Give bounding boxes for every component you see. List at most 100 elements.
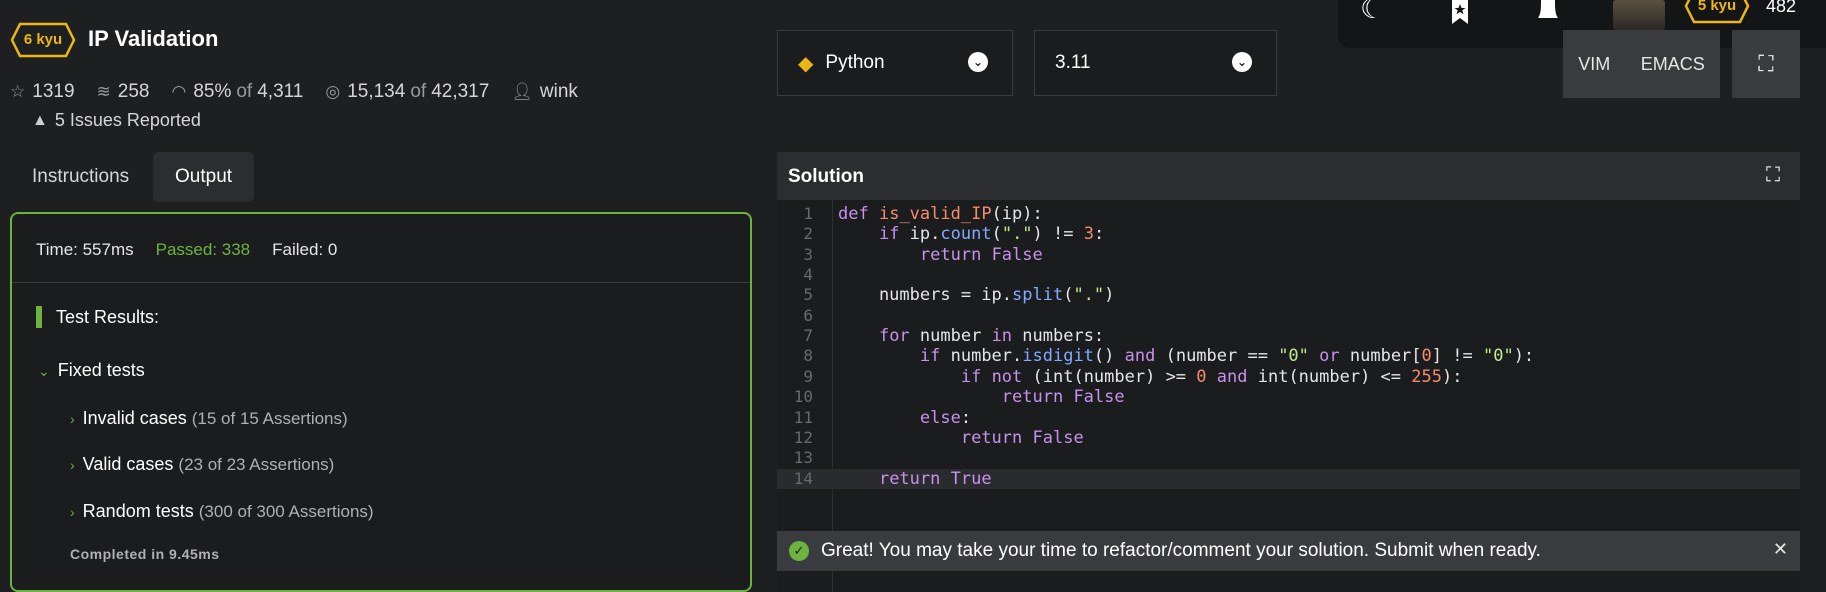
version-value: 3.11 bbox=[1055, 52, 1091, 73]
satisfaction-votes: 4,311 bbox=[257, 81, 304, 102]
tab-output[interactable]: Output bbox=[153, 152, 255, 202]
bell-icon[interactable] bbox=[1533, 0, 1563, 24]
code-line[interactable]: 10 return False bbox=[777, 387, 1800, 407]
test-case-name: Invalid cases bbox=[82, 408, 187, 428]
divider bbox=[12, 282, 750, 283]
completions-stat: ◎ 15,134 of 42,317 bbox=[325, 81, 489, 103]
code-text: for number in numbers: bbox=[878, 326, 1105, 347]
line-number: 2 bbox=[803, 224, 813, 244]
chevron-right-icon: › bbox=[70, 411, 75, 427]
success-toast: ✓ Great! You may take your time to refac… bbox=[777, 531, 1800, 571]
completions-of-label: of bbox=[410, 81, 427, 102]
chevron-down-icon: ⌄ bbox=[1232, 52, 1252, 72]
version-select[interactable]: 3.11 ⌄ bbox=[1034, 30, 1277, 96]
fullscreen-button[interactable]: ⛶ bbox=[1732, 30, 1800, 98]
test-group-label: Fixed tests bbox=[57, 360, 145, 380]
user-icon: 👤︎ bbox=[511, 82, 533, 101]
issues-link[interactable]: ▲ 5 Issues Reported bbox=[32, 110, 201, 131]
code-text: return True bbox=[878, 468, 992, 489]
honor-count: 482 bbox=[1766, 0, 1797, 16]
passed-count: Passed: 338 bbox=[155, 240, 251, 259]
test-case-invalid[interactable]: › Invalid cases (15 of 15 Assertions) bbox=[70, 408, 348, 429]
code-line[interactable]: 14 return True bbox=[777, 468, 1800, 489]
test-case-count: (300 of 300 Assertions) bbox=[198, 502, 374, 521]
test-case-count: (15 of 15 Assertions) bbox=[191, 409, 348, 428]
chevron-right-icon: › bbox=[70, 504, 75, 520]
test-case-valid[interactable]: › Valid cases (23 of 23 Assertions) bbox=[70, 454, 334, 475]
star-icon: ☆ bbox=[10, 82, 26, 101]
line-number: 10 bbox=[793, 387, 813, 407]
line-number: 8 bbox=[803, 346, 813, 366]
kata-rank-label: 6 kyu bbox=[23, 31, 63, 48]
code-line[interactable]: 12 return False bbox=[777, 428, 1800, 448]
code-line[interactable]: 3 return False bbox=[777, 245, 1800, 265]
code-text: if ip.count(".") != 3: bbox=[878, 224, 1105, 245]
line-number: 7 bbox=[803, 326, 813, 346]
target-icon: ◎ bbox=[325, 82, 341, 101]
code-line[interactable]: 2 if ip.count(".") != 3: bbox=[777, 224, 1800, 244]
output-panel: Time: 557ms Passed: 338 Failed: 0 Test R… bbox=[10, 212, 752, 592]
author-stat[interactable]: 👤︎ wink bbox=[511, 81, 578, 103]
line-number: 9 bbox=[803, 366, 813, 386]
tab-instructions[interactable]: Instructions bbox=[10, 152, 151, 202]
code-text: if not (int(number) >= 0 and int(number)… bbox=[960, 366, 1463, 387]
code-line[interactable]: 6 bbox=[777, 306, 1800, 326]
collections-stat[interactable]: ≋ 258 bbox=[97, 81, 150, 103]
satisfaction-icon: ◠ bbox=[171, 82, 187, 101]
warning-icon: ▲ bbox=[32, 111, 48, 129]
author-name: wink bbox=[539, 81, 578, 102]
test-group-fixed[interactable]: ⌄ Fixed tests bbox=[38, 360, 145, 381]
kata-title[interactable]: IP Validation bbox=[88, 26, 218, 52]
completed-time: Completed in 9.45ms bbox=[70, 546, 220, 562]
code-text: def is_valid_IP(ip): bbox=[838, 204, 1043, 224]
moon-icon[interactable]: ☾ bbox=[1360, 0, 1385, 23]
kata-stats: ☆ 1319 ≋ 258 ◠ 85% of 4,311 ◎ 15,134 of … bbox=[10, 81, 600, 103]
stars-count: 1319 bbox=[32, 81, 75, 102]
code-line[interactable]: 1 def is_valid_IP(ip): bbox=[777, 204, 1800, 224]
code-line[interactable]: 9 if not (int(number) >= 0 and int(numbe… bbox=[777, 367, 1800, 387]
test-case-name: Valid cases bbox=[82, 454, 174, 474]
code-text: numbers = ip.split(".") bbox=[838, 285, 1115, 306]
solution-header: Solution ⛶ bbox=[777, 152, 1800, 200]
emacs-mode-button[interactable]: EMACS bbox=[1641, 54, 1705, 75]
language-value: Python bbox=[825, 52, 885, 73]
stars-stat[interactable]: ☆ 1319 bbox=[10, 81, 75, 103]
code-text: if number.isdigit() and (number == "0" o… bbox=[919, 346, 1535, 367]
failed-count: Failed: 0 bbox=[272, 240, 338, 259]
line-number: 1 bbox=[803, 204, 813, 223]
avatar[interactable] bbox=[1613, 0, 1665, 30]
code-line[interactable]: 13 bbox=[777, 448, 1800, 468]
chevron-down-icon: ⌄ bbox=[38, 363, 50, 379]
language-select[interactable]: ◆ Python ⌄ bbox=[777, 30, 1013, 96]
line-number: 4 bbox=[803, 265, 813, 285]
collections-icon: ≋ bbox=[96, 82, 111, 101]
chevron-right-icon: › bbox=[70, 457, 75, 473]
test-results-heading: Test Results: bbox=[36, 306, 159, 328]
test-summary: Time: 557ms Passed: 338 Failed: 0 bbox=[36, 240, 359, 260]
python-icon: ◆ bbox=[798, 52, 814, 75]
line-number: 13 bbox=[793, 448, 813, 468]
code-line[interactable]: 7 for number in numbers: bbox=[777, 326, 1800, 346]
line-number: 5 bbox=[803, 285, 813, 305]
satisfaction-rating: 85% bbox=[193, 81, 232, 102]
line-number: 3 bbox=[803, 244, 813, 264]
code-text: else: bbox=[919, 407, 972, 428]
close-icon[interactable]: ✕ bbox=[1773, 539, 1788, 560]
code-line[interactable]: 11 else: bbox=[777, 408, 1800, 428]
line-number: 14 bbox=[793, 468, 813, 488]
completions-count: 15,134 bbox=[347, 81, 406, 102]
line-number: 6 bbox=[803, 305, 813, 325]
test-case-random[interactable]: › Random tests (300 of 300 Assertions) bbox=[70, 501, 374, 522]
solution-title: Solution bbox=[788, 166, 864, 187]
code-line[interactable]: 8 if number.isdigit() and (number == "0"… bbox=[777, 346, 1800, 366]
vim-mode-button[interactable]: VIM bbox=[1578, 54, 1610, 75]
toast-message: Great! You may take your time to refacto… bbox=[821, 540, 1541, 561]
expand-icon[interactable]: ⛶ bbox=[1766, 164, 1780, 187]
code-line[interactable]: 5 numbers = ip.split(".") bbox=[777, 285, 1800, 305]
bookmark-icon[interactable] bbox=[1448, 0, 1472, 24]
issues-label: 5 Issues Reported bbox=[54, 110, 201, 130]
collections-count: 258 bbox=[117, 81, 150, 102]
code-line[interactable]: 4 bbox=[777, 265, 1800, 285]
test-case-name: Random tests bbox=[82, 501, 194, 521]
test-case-count: (23 of 23 Assertions) bbox=[178, 455, 335, 474]
